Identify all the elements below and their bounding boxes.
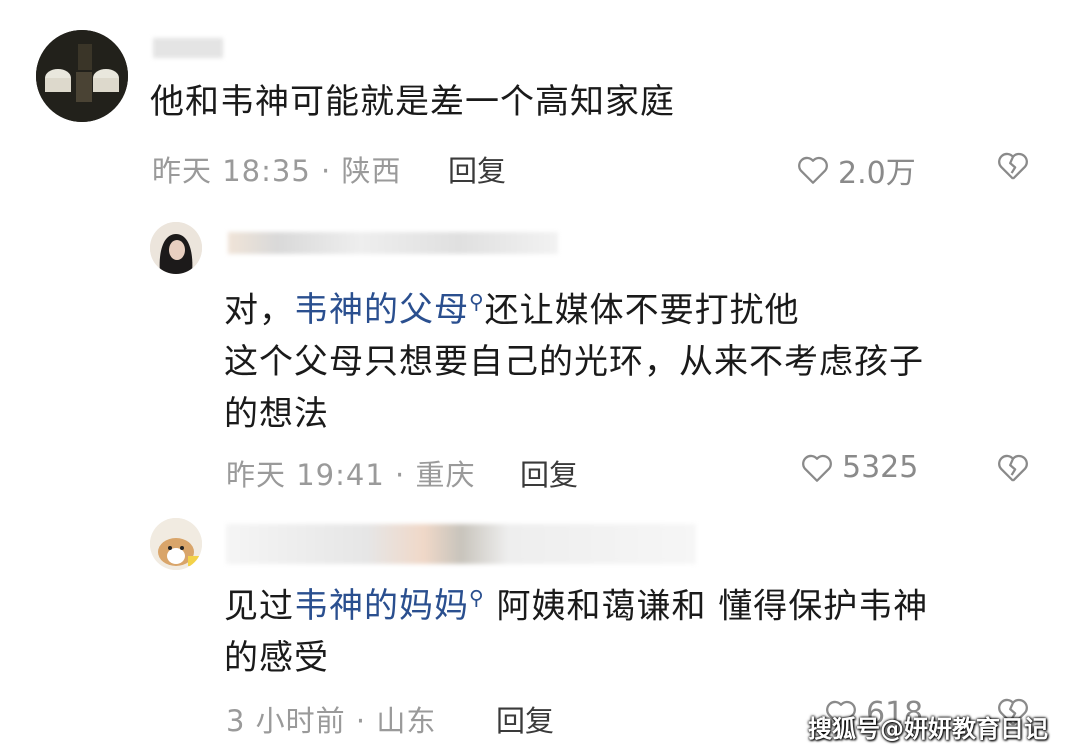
broken-heart-icon xyxy=(998,454,1028,482)
mention-link[interactable]: 韦神的父母⚲ xyxy=(294,290,485,330)
comment-meta: 昨天 18:35 · 陕西 xyxy=(152,154,402,188)
search-icon: ⚲ xyxy=(469,290,485,314)
like-button[interactable]: 5325 xyxy=(800,450,918,485)
comment-text: 见过韦神的妈妈⚲ 阿姨和蔼谦和 懂得保护韦神 的感受 xyxy=(224,586,929,679)
like-count: 5325 xyxy=(842,450,919,485)
dog-image xyxy=(150,518,202,570)
username-blurred xyxy=(226,524,696,564)
avatar[interactable] xyxy=(36,30,128,122)
heart-icon xyxy=(802,454,832,482)
reply-button[interactable]: 回复 xyxy=(496,698,554,740)
avatar[interactable] xyxy=(150,222,202,274)
portrait-image xyxy=(150,222,202,274)
broken-heart-icon xyxy=(998,152,1028,180)
dislike-button[interactable] xyxy=(996,150,1030,186)
like-button[interactable]: 2.0万 xyxy=(796,148,916,192)
tea-cups-image xyxy=(36,30,128,122)
reply-button[interactable]: 回复 xyxy=(520,452,578,494)
username-blurred xyxy=(153,38,223,58)
watermark: 搜狐号@妍妍教育日记 xyxy=(808,715,1048,743)
avatar[interactable] xyxy=(150,518,202,570)
comment-meta: 昨天 19:41 · 重庆 xyxy=(226,458,476,492)
search-icon: ⚲ xyxy=(469,586,485,610)
comment-text: 他和韦神可能就是差一个高知家庭 xyxy=(150,82,675,122)
comment-meta: 3 小时前 · 山东 xyxy=(226,704,437,738)
reply-button[interactable]: 回复 xyxy=(448,148,506,190)
mention-link[interactable]: 韦神的妈妈⚲ xyxy=(294,586,485,626)
heart-icon xyxy=(798,156,828,184)
dislike-button[interactable] xyxy=(996,452,1030,488)
comment-text: 对，韦神的父母⚲还让媒体不要打扰他 这个父母只想要自己的光环，从来不考虑孩子 的… xyxy=(224,290,924,435)
like-count: 2.0万 xyxy=(838,156,916,191)
username-blurred xyxy=(228,232,558,254)
